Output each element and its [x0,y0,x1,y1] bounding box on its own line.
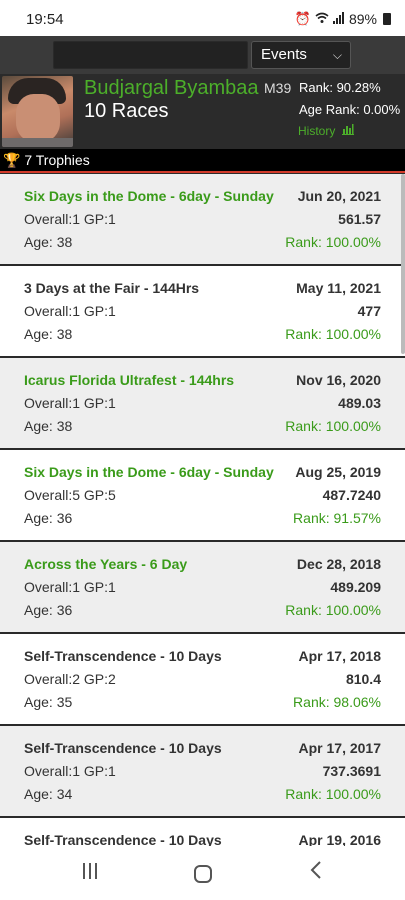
race-overall: Overall:1 GP:1 [24,211,116,227]
runner-age-rank: Age Rank: 0.00% [299,102,401,117]
race-date: Nov 16, 2020 [296,372,381,388]
race-result: 810.4 [345,671,381,687]
race-card[interactable]: Six Days in the Dome - 6day - Sunday Jun… [0,174,405,266]
back-icon [310,861,322,884]
race-date: Apr 17, 2017 [298,740,382,756]
events-dropdown-label: Events [261,46,307,63]
history-link[interactable]: History [298,124,354,138]
scrollbar[interactable] [401,174,405,354]
race-card[interactable]: 3 Days at the Fair - 144Hrs May 11, 2021… [0,266,405,358]
race-overall: Overall:2 GP:2 [24,671,116,687]
events-dropdown[interactable]: Events ⌵ [251,41,351,69]
race-date: Dec 28, 2018 [296,556,381,572]
race-age: Age: 36 [24,602,73,618]
race-age: Age: 38 [24,326,73,342]
race-name[interactable]: Across the Years - 6 Day [24,556,187,572]
race-list[interactable]: Six Days in the Dome - 6day - Sunday Jun… [0,174,405,846]
trophy-bar[interactable]: 🏆 7 Trophies [0,149,405,171]
race-overall: Overall:1 GP:1 [24,579,116,595]
navigation-bar [0,846,405,900]
race-rank: Rank: 100.00% [285,326,381,342]
race-result: 477 [357,303,381,319]
avatar [2,76,73,147]
history-label: History [298,124,336,138]
race-card[interactable]: Self-Transcendence - 10 Days Apr 17, 201… [0,634,405,726]
recent-apps-icon [81,863,99,879]
race-rank: Rank: 100.00% [285,602,381,618]
race-card[interactable]: Self-Transcendence - 10 Days Apr 17, 201… [0,726,405,818]
race-name[interactable]: Icarus Florida Ultrafest - 144hrs [24,372,234,388]
race-age: Age: 38 [24,234,73,250]
back-button[interactable] [296,860,336,886]
search-input[interactable] [53,41,248,69]
race-name[interactable]: 3 Days at the Fair - 144Hrs [24,280,199,296]
race-overall: Overall:5 GP:5 [24,487,116,503]
status-time: 19:54 [26,11,64,28]
home-icon [194,864,212,883]
race-card[interactable]: Self-Transcendence - 10 Days Apr 19, 201… [0,818,405,846]
app-header: Events ⌵ [0,36,405,74]
race-result: 489.03 [338,395,381,411]
runner-name[interactable]: Budjargal Byambaa [84,77,259,100]
race-rank: Rank: 100.00% [285,418,381,434]
trophy-icon: 🏆 [3,152,21,168]
race-name[interactable]: Six Days in the Dome - 6day - Sunday [24,464,274,480]
race-result: 489.209 [330,579,381,595]
race-result: 561.57 [338,211,381,227]
divider [0,171,405,173]
race-name[interactable]: Self-Transcendence - 10 Days [24,648,222,664]
wifi-icon [315,12,329,27]
race-card[interactable]: Icarus Florida Ultrafest - 144hrs Nov 16… [0,358,405,450]
race-rank: Rank: 100.00% [285,234,381,250]
race-date: Apr 19, 2016 [298,832,382,846]
race-age: Age: 36 [24,510,73,526]
race-date: Aug 25, 2019 [295,464,381,480]
race-result: 487.7240 [322,487,381,503]
race-date: Jun 20, 2021 [297,188,381,204]
race-rank: Rank: 91.57% [293,510,381,526]
bar-chart-icon [341,124,354,138]
race-age: Age: 35 [24,694,73,710]
race-overall: Overall:1 GP:1 [24,763,116,779]
race-name[interactable]: Self-Transcendence - 10 Days [24,740,222,756]
race-date: May 11, 2021 [296,280,381,296]
status-icons: ⏰ 89% [295,11,391,27]
race-overall: Overall:1 GP:1 [24,303,116,319]
race-rank: Rank: 98.06% [293,694,381,710]
runner-category: M39 [264,80,292,96]
race-age: Age: 38 [24,418,73,434]
battery-icon [383,13,391,25]
chevron-down-icon: ⌵ [332,48,342,62]
battery-percent: 89% [348,11,377,27]
race-card[interactable]: Across the Years - 6 Day Dec 28, 2018 Ov… [0,542,405,634]
recent-apps-button[interactable] [70,860,110,886]
race-rank: Rank: 100.00% [285,786,381,802]
trophy-count: 7 Trophies [24,152,90,168]
race-age: Age: 34 [24,786,73,802]
runner-profile: Budjargal Byambaa M39 Rank: 90.28% 10 Ra… [0,74,405,174]
runner-races-count: 10 Races [84,100,169,122]
home-button[interactable] [183,860,223,886]
race-date: Apr 17, 2018 [298,648,382,664]
runner-rank: Rank: 90.28% [299,80,381,95]
race-name[interactable]: Six Days in the Dome - 6day - Sunday [24,188,274,204]
race-result: 737.3691 [322,763,381,779]
race-overall: Overall:1 GP:1 [24,395,116,411]
alarm-icon: ⏰ [294,11,311,26]
race-card[interactable]: Six Days in the Dome - 6day - Sunday Aug… [0,450,405,542]
status-bar: 19:54 ⏰ 89% [0,0,405,36]
signal-icon [332,11,345,27]
race-name[interactable]: Self-Transcendence - 10 Days [24,832,222,846]
